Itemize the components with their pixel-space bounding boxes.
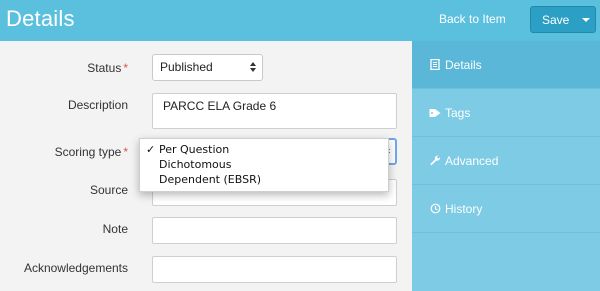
history-icon <box>429 203 441 214</box>
status-select[interactable]: Published <box>152 54 263 81</box>
required-marker: * <box>123 61 128 75</box>
source-label: Source <box>89 183 128 197</box>
sidebar-item-label: History <box>445 201 483 216</box>
option-label: Per Question <box>159 143 230 156</box>
acknowledgements-row: Acknowledgements <box>0 252 412 284</box>
scoring-type-label: Scoring type * <box>54 145 128 159</box>
chevron-down-icon <box>581 17 590 22</box>
back-to-item-link[interactable]: Back to Item <box>439 12 506 26</box>
status-label: Status * <box>87 61 128 75</box>
acknowledgements-field[interactable] <box>152 256 397 283</box>
page-title: Details <box>6 6 75 31</box>
dropdown-option-dichotomous[interactable]: Dichotomous <box>140 157 388 172</box>
save-button[interactable]: Save <box>531 13 576 27</box>
wrench-icon <box>429 155 441 166</box>
note-label: Note <box>102 222 128 236</box>
sidebar-item-history[interactable]: History <box>412 185 600 233</box>
scoring-type-dropdown: ✓ Per Question Dichotomous Dependent (EB… <box>139 138 389 192</box>
required-marker: * <box>123 145 128 159</box>
sidebar: Details Tags Advanced History <box>412 41 600 291</box>
sidebar-item-tags[interactable]: Tags <box>412 89 600 137</box>
description-row: Description PARCC ELA Grade 6 <box>0 89 412 129</box>
note-row: Note <box>0 213 412 245</box>
option-label: Dependent (EBSR) <box>159 173 262 186</box>
status-row: Status * Published <box>0 52 412 84</box>
acknowledgements-label: Acknowledgements <box>23 261 128 275</box>
status-select-value: Published <box>160 60 213 74</box>
option-label: Dichotomous <box>159 158 232 171</box>
tag-icon <box>429 108 441 118</box>
sidebar-item-label: Details <box>445 57 482 72</box>
dropdown-option-dependent-ebsr[interactable]: Dependent (EBSR) <box>140 172 388 187</box>
dropdown-option-per-question[interactable]: ✓ Per Question <box>140 142 388 157</box>
save-options-button[interactable] <box>576 7 595 32</box>
checkmark-icon: ✓ <box>146 143 156 156</box>
select-arrows-icon <box>250 62 257 74</box>
save-button-group: Save <box>530 6 596 33</box>
document-icon <box>429 59 441 70</box>
sidebar-item-advanced[interactable]: Advanced <box>412 137 600 185</box>
sidebar-item-label: Tags <box>445 105 471 120</box>
sidebar-item-label: Advanced <box>445 153 499 168</box>
header-bar: Details Back to Item Save <box>0 0 600 41</box>
note-field[interactable] <box>152 217 397 244</box>
sidebar-item-details[interactable]: Details <box>412 41 600 89</box>
description-label: Description <box>67 98 128 112</box>
description-field[interactable]: PARCC ELA Grade 6 <box>152 93 397 129</box>
